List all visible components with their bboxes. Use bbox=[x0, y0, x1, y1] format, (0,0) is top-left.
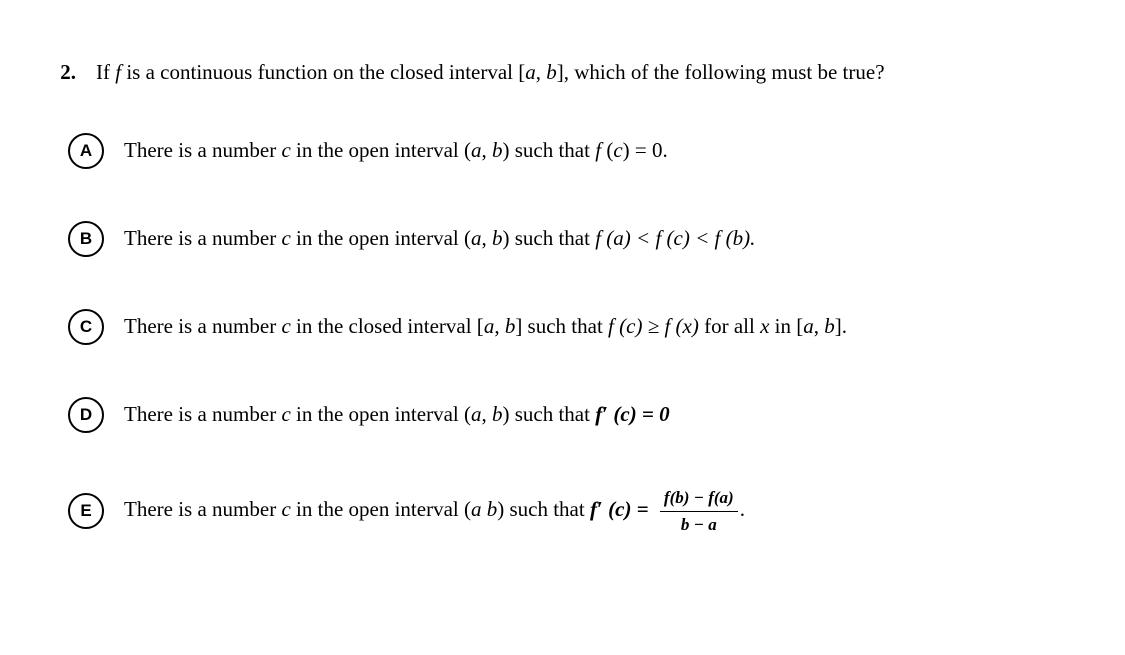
opt-a-b: b bbox=[492, 138, 503, 162]
opt-b-expr: f (a) < f (c) < f (b). bbox=[595, 226, 755, 250]
opt-b-c: c bbox=[281, 226, 290, 250]
opt-a-prefix: There is a number bbox=[124, 138, 281, 162]
opt-d-mid2: ) such that bbox=[502, 402, 595, 426]
option-e-text: There is a number c in the open interval… bbox=[124, 485, 1085, 537]
opt-c-comma: , bbox=[494, 314, 505, 338]
q-a: a bbox=[525, 60, 536, 84]
option-a-circle: A bbox=[68, 133, 104, 169]
opt-c-comma2: , bbox=[814, 314, 825, 338]
opt-b-prefix: There is a number bbox=[124, 226, 281, 250]
options-container: A There is a number c in the open interv… bbox=[40, 133, 1085, 537]
opt-b-mid1: in the open interval ( bbox=[291, 226, 471, 250]
option-d-text: There is a number c in the open interval… bbox=[124, 399, 1085, 431]
opt-e-mid1: in the open interval ( bbox=[291, 497, 471, 521]
opt-e-mid2: ) such that bbox=[497, 497, 590, 521]
opt-e-prefix: There is a number bbox=[124, 497, 281, 521]
opt-a-c: c bbox=[281, 138, 290, 162]
option-c-text: There is a number c in the closed interv… bbox=[124, 311, 1085, 343]
opt-c-c: c bbox=[281, 314, 290, 338]
option-e[interactable]: E There is a number c in the open interv… bbox=[40, 485, 1085, 537]
question-number: 2. bbox=[40, 60, 96, 85]
opt-a-mid1: in the open interval ( bbox=[291, 138, 471, 162]
opt-a-expr-c: c bbox=[613, 138, 622, 162]
question-row: 2. If f is a continuous function on the … bbox=[40, 60, 1085, 85]
opt-e-b: b bbox=[487, 497, 498, 521]
opt-b-b: b bbox=[492, 226, 503, 250]
opt-c-a2: a bbox=[803, 314, 814, 338]
opt-e-c: c bbox=[281, 497, 290, 521]
opt-e-suffix: . bbox=[740, 497, 745, 521]
option-e-circle: E bbox=[68, 493, 104, 529]
opt-a-eq: = 0. bbox=[630, 138, 668, 162]
opt-c-mid1: in the closed interval [ bbox=[291, 314, 484, 338]
option-b-circle: B bbox=[68, 221, 104, 257]
option-d-circle: D bbox=[68, 397, 104, 433]
opt-a-a: a bbox=[471, 138, 482, 162]
opt-e-num: f(b) − f(a) bbox=[660, 485, 738, 512]
opt-d-b: b bbox=[492, 402, 503, 426]
option-c[interactable]: C There is a number c in the closed inte… bbox=[40, 309, 1085, 345]
opt-d-c: c bbox=[281, 402, 290, 426]
opt-c-suf3: ]. bbox=[835, 314, 847, 338]
opt-d-comma: , bbox=[481, 402, 492, 426]
opt-c-suf2: in [ bbox=[769, 314, 803, 338]
opt-c-expr: f (c) ≥ f (x) bbox=[608, 314, 699, 338]
opt-a-comma: , bbox=[481, 138, 492, 162]
opt-c-prefix: There is a number bbox=[124, 314, 281, 338]
opt-c-mid2: ] such that bbox=[515, 314, 608, 338]
q-b: b bbox=[546, 60, 557, 84]
option-b-text: There is a number c in the open interval… bbox=[124, 223, 1085, 255]
option-b[interactable]: B There is a number c in the open interv… bbox=[40, 221, 1085, 257]
opt-a-po: ( bbox=[601, 138, 613, 162]
question-text: If f is a continuous function on the clo… bbox=[96, 60, 1085, 85]
opt-b-comma: , bbox=[481, 226, 492, 250]
opt-b-a: a bbox=[471, 226, 482, 250]
option-d[interactable]: D There is a number c in the open interv… bbox=[40, 397, 1085, 433]
option-c-circle: C bbox=[68, 309, 104, 345]
opt-b-mid2: ) such that bbox=[502, 226, 595, 250]
opt-e-den: b − a bbox=[660, 512, 738, 538]
opt-d-prefix: There is a number bbox=[124, 402, 281, 426]
opt-a-pc: ) bbox=[623, 138, 630, 162]
opt-e-fraction: f(b) − f(a)b − a bbox=[660, 485, 738, 537]
q-mid1: is a continuous function on the closed i… bbox=[121, 60, 525, 84]
opt-a-mid2: ) such that bbox=[502, 138, 595, 162]
q-suffix: ], which of the following must be true? bbox=[557, 60, 885, 84]
opt-e-expr-f: f bbox=[590, 497, 597, 521]
opt-e-a: a bbox=[471, 497, 482, 521]
opt-d-a: a bbox=[471, 402, 482, 426]
opt-c-suf: for all bbox=[699, 314, 760, 338]
opt-c-b2: b bbox=[824, 314, 835, 338]
opt-d-mid1: in the open interval ( bbox=[291, 402, 471, 426]
q-comma: , bbox=[536, 60, 547, 84]
option-a[interactable]: A There is a number c in the open interv… bbox=[40, 133, 1085, 169]
opt-c-b: b bbox=[505, 314, 516, 338]
option-a-text: There is a number c in the open interval… bbox=[124, 135, 1085, 167]
opt-e-paren: (c) = bbox=[603, 497, 654, 521]
opt-c-a: a bbox=[484, 314, 495, 338]
opt-d-paren: (c) = 0 bbox=[608, 402, 670, 426]
q-text-prefix: If bbox=[96, 60, 115, 84]
